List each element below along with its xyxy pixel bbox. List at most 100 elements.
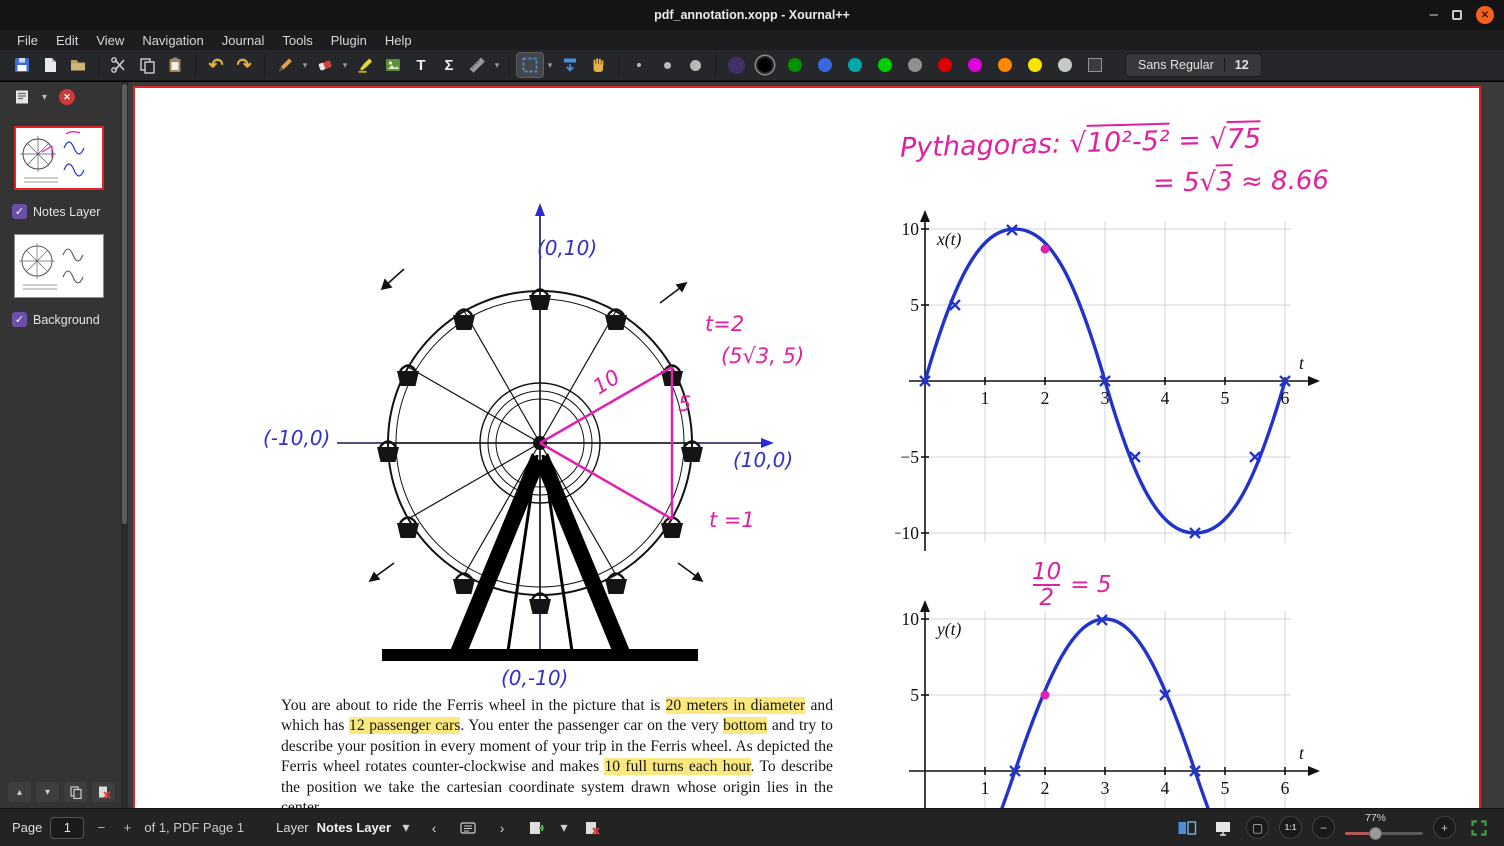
layer-preview-background[interactable] <box>14 234 104 298</box>
text-tool-button[interactable]: T <box>408 53 434 77</box>
highlighter-tool-button[interactable] <box>352 53 378 77</box>
pdf-page[interactable]: Pythagoras: √10²-5² = √75 = 5√3 ≈ 8.66 <box>133 86 1481 808</box>
add-layer-button[interactable] <box>523 816 549 840</box>
preview-pane-icon[interactable] <box>14 89 30 105</box>
layer-toggle-background[interactable]: ✓ Background <box>12 312 100 327</box>
sidebar-mode-chevron[interactable]: ▾ <box>42 92 47 103</box>
delete-layer-button[interactable] <box>92 782 115 802</box>
insert-image-button[interactable] <box>380 53 406 77</box>
select-rectangle-tool-button[interactable] <box>517 53 543 77</box>
layer-actions-chevron[interactable]: ▾ <box>557 816 571 840</box>
eraser-tool-button[interactable] <box>312 53 338 77</box>
vertical-space-tool-button[interactable] <box>557 53 583 77</box>
duplicate-layer-button[interactable] <box>64 782 87 802</box>
shape-options-chevron[interactable]: ▾ <box>492 60 502 71</box>
fill-color-indicator[interactable] <box>723 53 749 77</box>
notes-layer-checkbox[interactable]: ✓ <box>12 204 27 219</box>
hand-tool-button[interactable] <box>585 53 611 77</box>
layer-preview-notes[interactable] <box>14 126 104 190</box>
new-document-button[interactable] <box>37 53 63 77</box>
menu-view[interactable]: View <box>87 33 133 48</box>
zoom-fit-button[interactable]: ▢ <box>1246 816 1269 839</box>
thick-dot-icon <box>690 60 701 71</box>
move-layer-down-button[interactable]: ▾ <box>36 782 59 802</box>
color-light-green[interactable] <box>878 58 892 72</box>
sidebar-close-button[interactable]: ✕ <box>59 89 75 105</box>
dual-page-icon <box>1177 820 1197 836</box>
color-magenta[interactable] <box>968 58 982 72</box>
select-options-chevron[interactable]: ▾ <box>545 60 555 71</box>
color-orange[interactable] <box>998 58 1012 72</box>
menu-help[interactable]: Help <box>376 33 421 48</box>
layer-toggle-notes[interactable]: ✓ Notes Layer <box>12 204 100 219</box>
color-green[interactable] <box>788 58 802 72</box>
eraser-options-chevron[interactable]: ▾ <box>340 60 350 71</box>
shape-tool-button[interactable] <box>464 53 490 77</box>
menu-plugin[interactable]: Plugin <box>322 33 376 48</box>
open-folder-button[interactable] <box>65 53 91 77</box>
menu-file[interactable]: File <box>8 33 47 48</box>
close-button[interactable]: ✕ <box>1476 6 1494 24</box>
layer-overview-button[interactable] <box>455 816 481 840</box>
color-red[interactable] <box>938 58 952 72</box>
fullscreen-button[interactable] <box>1466 816 1492 840</box>
pen-tool-button[interactable] <box>272 53 298 77</box>
color-yellow[interactable] <box>1028 58 1042 72</box>
page-decrement-button[interactable]: − <box>92 817 110 839</box>
pen-options-chevron[interactable]: ▾ <box>300 60 310 71</box>
delete-current-layer-button[interactable] <box>579 816 605 840</box>
wheel-label-t2: t=2 <box>705 312 744 336</box>
thickness-medium-button[interactable] <box>654 53 680 77</box>
paste-button[interactable] <box>162 53 188 77</box>
move-layer-up-button[interactable]: ▴ <box>8 782 31 802</box>
copy-button[interactable] <box>134 53 160 77</box>
paste-icon <box>166 56 184 74</box>
layer-selector[interactable]: Notes Layer <box>317 820 391 835</box>
minimize-button[interactable]: – <box>1430 10 1438 20</box>
zoom-slider[interactable]: 77% <box>1345 811 1423 845</box>
color-picker-button[interactable] <box>1088 58 1102 72</box>
layer-selector-chevron[interactable]: ▾ <box>399 816 413 840</box>
background-layer-thumbnail <box>15 235 101 295</box>
thickness-thick-button[interactable] <box>682 53 708 77</box>
font-selector[interactable]: Sans Regular 12 <box>1125 53 1262 77</box>
menu-navigation[interactable]: Navigation <box>133 33 212 48</box>
color-light-gray[interactable] <box>1058 58 1072 72</box>
color-teal[interactable] <box>848 58 862 72</box>
cut-button[interactable] <box>106 53 132 77</box>
background-layer-checkbox[interactable]: ✓ <box>12 312 27 327</box>
zoom-slider-handle[interactable] <box>1369 827 1382 840</box>
color-gray[interactable] <box>908 58 922 72</box>
zoom-in-button[interactable]: + <box>1433 816 1456 839</box>
font-size[interactable]: 12 <box>1224 58 1259 72</box>
new-document-icon <box>41 56 59 74</box>
statusbar: Page 1 − + of 1, PDF Page 1 Layer Notes … <box>0 808 1504 846</box>
next-layer-button[interactable]: › <box>489 816 515 840</box>
dual-page-view-button[interactable] <box>1174 816 1200 840</box>
menu-journal[interactable]: Journal <box>213 33 274 48</box>
menu-edit[interactable]: Edit <box>47 33 87 48</box>
undo-button[interactable]: ↶ <box>203 53 229 77</box>
redo-button[interactable]: ↷ <box>231 53 257 77</box>
svg-text:t: t <box>1299 743 1305 763</box>
presentation-mode-button[interactable] <box>1210 816 1236 840</box>
page-number-input[interactable]: 1 <box>50 817 84 839</box>
zoom-original-button[interactable]: 1:1 <box>1279 816 1302 839</box>
menu-tools[interactable]: Tools <box>273 33 321 48</box>
page-increment-button[interactable]: + <box>118 817 136 839</box>
document-canvas[interactable]: Pythagoras: √10²-5² = √75 = 5√3 ≈ 8.66 <box>128 82 1504 808</box>
math-tex-tool-button[interactable]: Σ <box>436 53 462 77</box>
save-button[interactable] <box>9 53 35 77</box>
toolbar: ↶ ↷ ▾ ▾ T Σ ▾ ▾ Sans Regular <box>0 50 1504 81</box>
font-name[interactable]: Sans Regular <box>1128 58 1224 72</box>
color-blue[interactable] <box>818 58 832 72</box>
color-black[interactable] <box>758 58 772 72</box>
sidebar-scrollbar[interactable] <box>121 82 128 808</box>
highlighter-icon <box>356 56 374 74</box>
restore-button[interactable] <box>1452 10 1462 20</box>
pen-icon <box>276 56 294 74</box>
thickness-fine-button[interactable] <box>626 53 652 77</box>
sidebar-scrollbar-thumb[interactable] <box>122 84 127 524</box>
previous-layer-button[interactable]: ‹ <box>421 816 447 840</box>
zoom-out-button[interactable]: − <box>1312 816 1335 839</box>
